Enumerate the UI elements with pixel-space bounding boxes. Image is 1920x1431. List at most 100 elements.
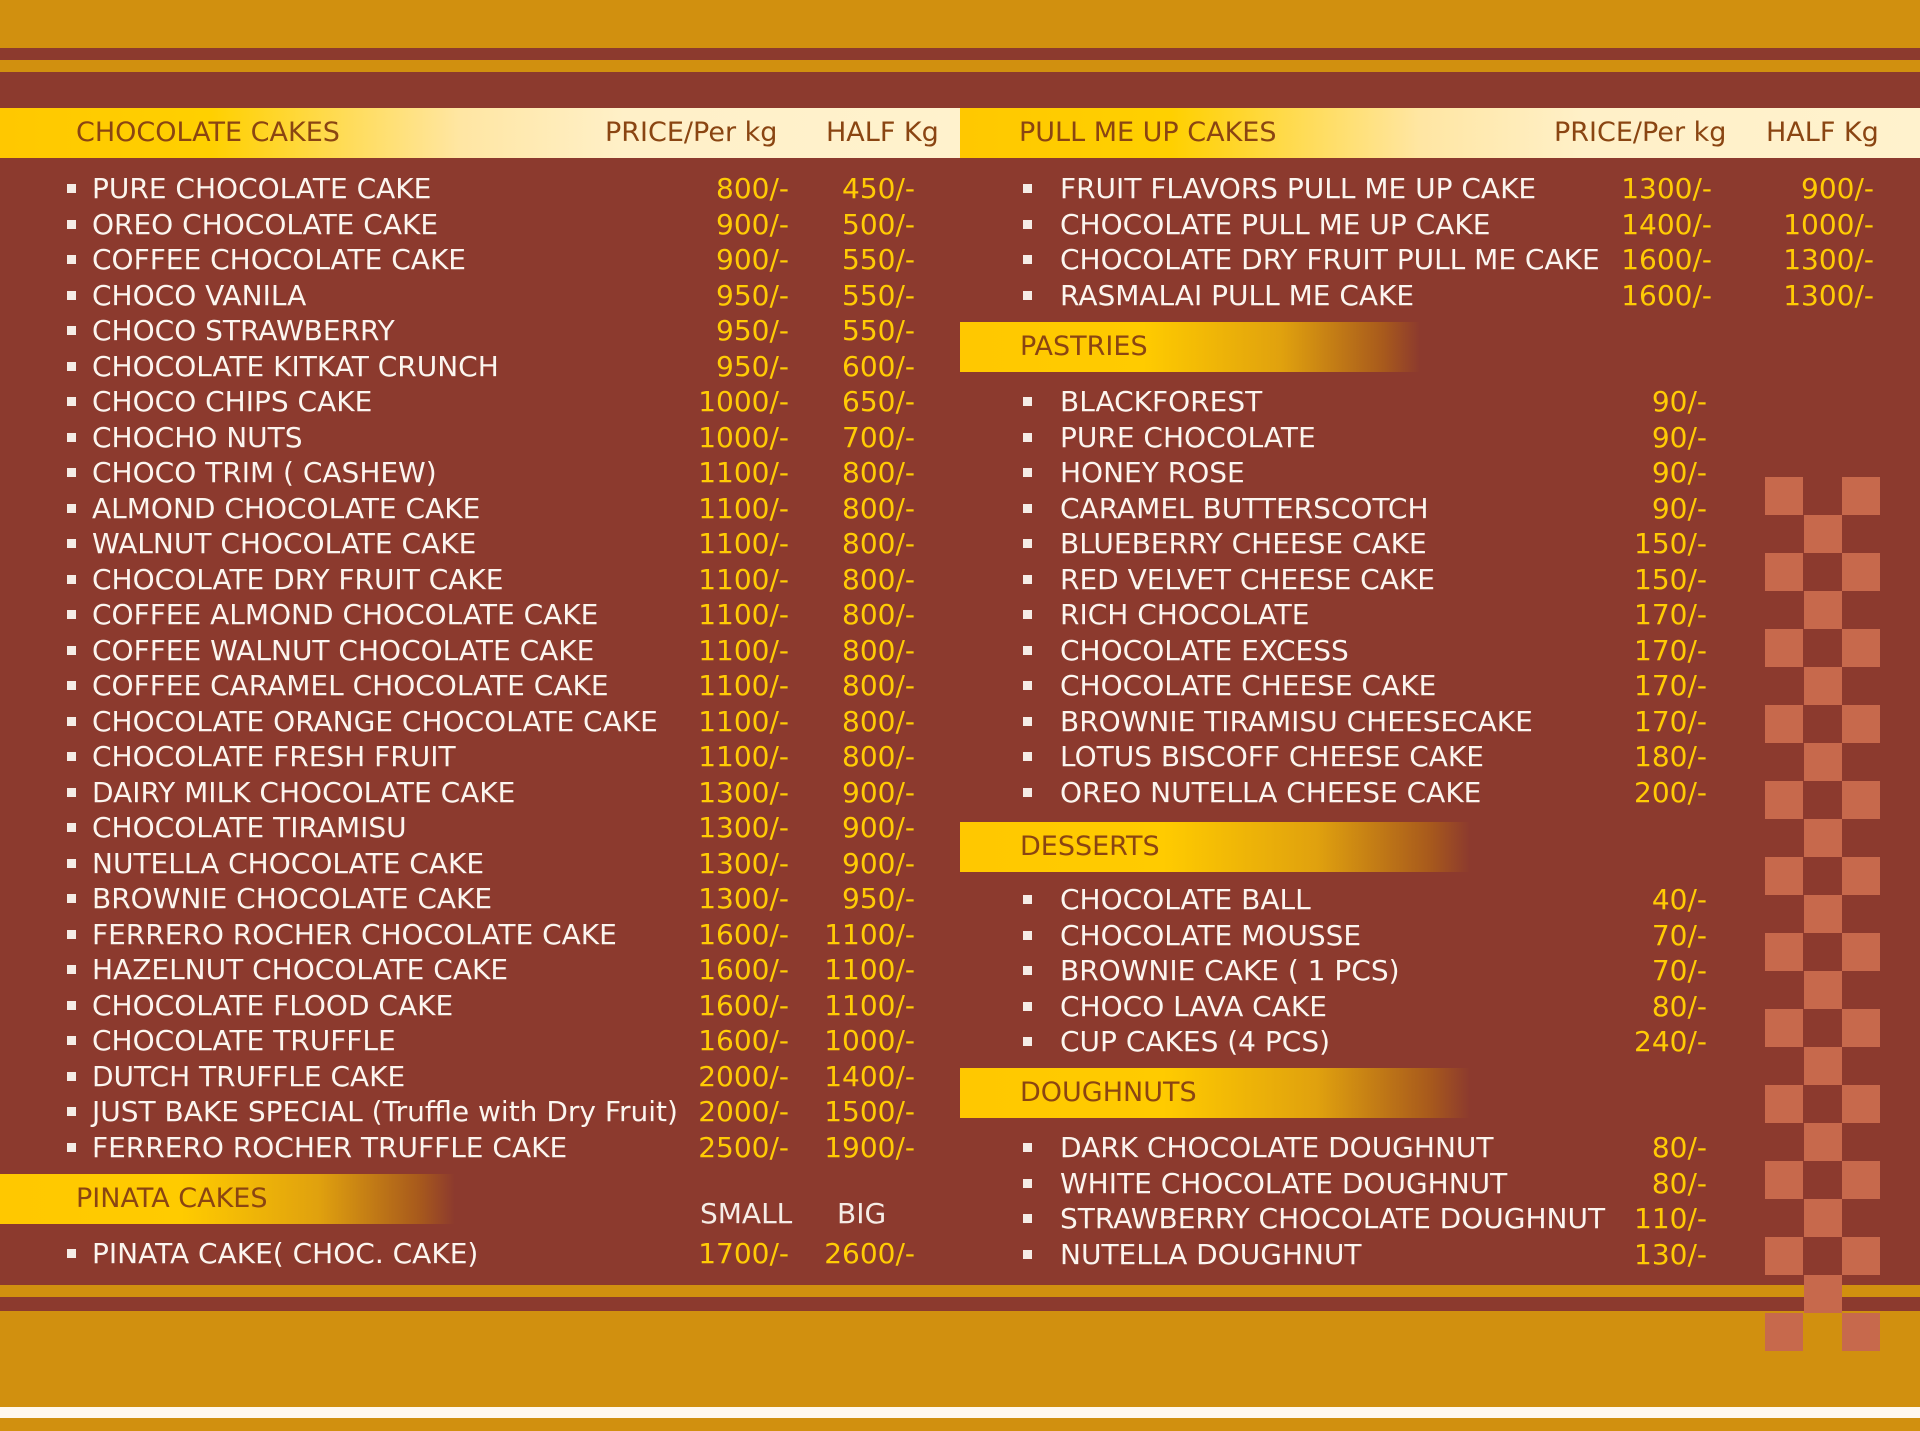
item-name: WHITE CHOCOLATE DOUGHNUT: [1060, 1166, 1508, 1200]
item-half: 800/-: [842, 633, 915, 667]
pull-me-up-title: PULL ME UP CAKES: [1019, 117, 1277, 148]
item-price: 90/-: [1651, 456, 1707, 489]
item-name: RICH CHOCOLATE: [1060, 598, 1310, 631]
bottom-white-line: [0, 1407, 1920, 1418]
menu-item: CHOCOLATE MOUSSE 70/-: [960, 918, 1920, 954]
menu-item: OREO CHOCOLATE CAKE 900/- 500/-: [0, 207, 960, 243]
item-half: 800/-: [842, 704, 915, 738]
menu-item: DARK CHOCOLATE DOUGHNUT 80/-: [960, 1130, 1920, 1166]
menu-item: LOTUS BISCOFF CHEESE CAKE 180/-: [960, 739, 1920, 775]
bullet-icon: [1023, 290, 1032, 300]
bullet-icon: [67, 894, 76, 903]
chocolate-price-column: PRICE/Per kg: [605, 117, 778, 148]
item-name: CHOCOLATE TIRAMISU: [92, 811, 407, 844]
item-name: BLACKFOREST: [1060, 385, 1263, 418]
bullet-icon: [67, 326, 76, 335]
bullet-icon: [67, 823, 76, 832]
item-half: 800/-: [842, 491, 915, 525]
menu-item: COFFEE CHOCOLATE CAKE 900/- 550/-: [0, 242, 960, 278]
item-name: CHOCOLATE BALL: [1060, 883, 1311, 916]
item-price: 170/-: [1634, 633, 1707, 667]
item-name: CHOCOLATE KITKAT CRUNCH: [92, 349, 499, 383]
menu-item: CHOCOLATE ORANGE CHOCOLATE CAKE 1100/- 800…: [0, 704, 960, 740]
item-half: 800/-: [842, 456, 915, 489]
item-name: RASMALAI PULL ME CAKE: [1060, 278, 1415, 312]
item-price: 70/-: [1651, 954, 1707, 987]
bullet-icon: [1023, 645, 1032, 655]
item-price: 1600/-: [1621, 278, 1712, 312]
item-price: 70/-: [1651, 918, 1707, 952]
item-half: 1500/-: [824, 1095, 915, 1128]
bullet-icon: [67, 1000, 76, 1010]
menu-item: CHOCOLATE PULL ME UP CAKE 1400/- 1000/-: [960, 207, 1920, 243]
bullet-icon: [67, 1249, 76, 1258]
bullet-icon: [67, 965, 76, 974]
item-price: 180/-: [1634, 740, 1707, 773]
item-price: 80/-: [1651, 1166, 1707, 1200]
item-name: CHOCOLATE DRY FRUIT CAKE: [92, 562, 504, 596]
item-half: 450/-: [842, 172, 915, 205]
item-name: BLUEBERRY CHEESE CAKE: [1060, 527, 1427, 560]
item-name: CHOCO CHIPS CAKE: [92, 385, 373, 418]
bullet-icon: [67, 574, 76, 584]
pinata-big-column: BIG: [837, 1197, 887, 1230]
item-name: DUTCH TRUFFLE CAKE: [92, 1059, 406, 1093]
chocolate-cakes-title: CHOCOLATE CAKES: [76, 117, 340, 148]
item-half: 600/-: [842, 349, 915, 383]
item-name: HONEY ROSE: [1060, 456, 1245, 489]
item-name: NUTELLA DOUGHNUT: [1060, 1237, 1362, 1271]
checker-tile: [1842, 1085, 1880, 1123]
checker-tile: [1804, 819, 1842, 857]
bullet-icon: [1023, 574, 1032, 584]
bullet-icon: [1023, 1001, 1032, 1011]
menu-item: FERRERO ROCHER TRUFFLE CAKE 2500/- 1900/-: [0, 1130, 960, 1166]
item-price: 240/-: [1634, 1025, 1707, 1058]
item-name: COFFEE WALNUT CHOCOLATE CAKE: [92, 633, 595, 667]
item-price: 170/-: [1634, 598, 1707, 631]
item-price: 80/-: [1651, 1131, 1707, 1164]
item-half: 700/-: [842, 420, 915, 454]
item-half: 800/-: [842, 562, 915, 596]
menu-item: CHOCOLATE DRY FRUIT CAKE 1100/- 800/-: [0, 562, 960, 598]
menu-item: PINATA CAKE( CHOC. CAKE) 1700/- 2600/-: [0, 1236, 960, 1272]
menu-item: BROWNIE CAKE ( 1 PCS) 70/-: [960, 953, 1920, 989]
pinata-cakes-header: PINATA CAKES: [0, 1174, 455, 1224]
menu-item: OREO NUTELLA CHEESE CAKE 200/-: [960, 775, 1920, 811]
pastries-title: PASTRIES: [1020, 331, 1148, 362]
item-name: CUP CAKES (4 PCS): [1060, 1025, 1331, 1058]
bullet-icon: [67, 752, 76, 761]
item-half: 1300/-: [1783, 243, 1874, 276]
item-name: DARK CHOCOLATE DOUGHNUT: [1060, 1131, 1494, 1164]
item-name: BROWNIE TIRAMISU CHEESECAKE: [1060, 704, 1533, 738]
menu-item: NUTELLA CHOCOLATE CAKE 1300/- 900/-: [0, 846, 960, 882]
item-name: CHOCOLATE DRY FRUIT PULL ME CAKE: [1060, 243, 1600, 276]
item-price: 150/-: [1634, 527, 1707, 560]
item-half: 950/-: [842, 882, 915, 915]
bullet-icon: [1023, 752, 1032, 761]
menu-item: CHOCO TRIM ( CASHEW) 1100/- 800/-: [0, 455, 960, 491]
item-price: 110/-: [1634, 1202, 1707, 1235]
menu-item: CHOCO STRAWBERRY 950/- 550/-: [0, 313, 960, 349]
doughnuts-title: DOUGHNUTS: [1020, 1077, 1197, 1108]
item-name: CHOCO STRAWBERRY: [92, 314, 395, 347]
item-half: 1000/-: [1783, 207, 1874, 241]
menu-item: CHOCOLATE TIRAMISU 1300/- 900/-: [0, 810, 960, 846]
doughnuts-list: DARK CHOCOLATE DOUGHNUT 80/- WHITE CHOCOLA…: [960, 1130, 1920, 1272]
menu-item: DUTCH TRUFFLE CAKE 2000/- 1400/-: [0, 1059, 960, 1095]
item-price: 40/-: [1651, 883, 1707, 916]
menu-item: WALNUT CHOCOLATE CAKE 1100/- 800/-: [0, 526, 960, 562]
menu-item: CHOCOLATE DRY FRUIT PULL ME CAKE 1600/- 13…: [960, 242, 1920, 278]
item-half: 550/-: [842, 314, 915, 347]
bullet-icon: [1023, 397, 1032, 406]
item-price: 150/-: [1634, 562, 1707, 596]
bullet-icon: [1023, 219, 1032, 229]
item-half: 550/-: [842, 243, 915, 276]
bullet-icon: [67, 929, 76, 939]
bullet-icon: [67, 432, 76, 442]
pinata-cakes-title: PINATA CAKES: [76, 1183, 268, 1214]
menu-item: CHOCHO NUTS 1000/- 700/-: [0, 420, 960, 456]
menu-item: CHOCOLATE TRUFFLE 1600/- 1000/-: [0, 1023, 960, 1059]
bullet-icon: [67, 1142, 76, 1152]
menu-item: STRAWBERRY CHOCOLATE DOUGHNUT 110/-: [960, 1201, 1920, 1237]
checker-tile: [1765, 1085, 1803, 1123]
